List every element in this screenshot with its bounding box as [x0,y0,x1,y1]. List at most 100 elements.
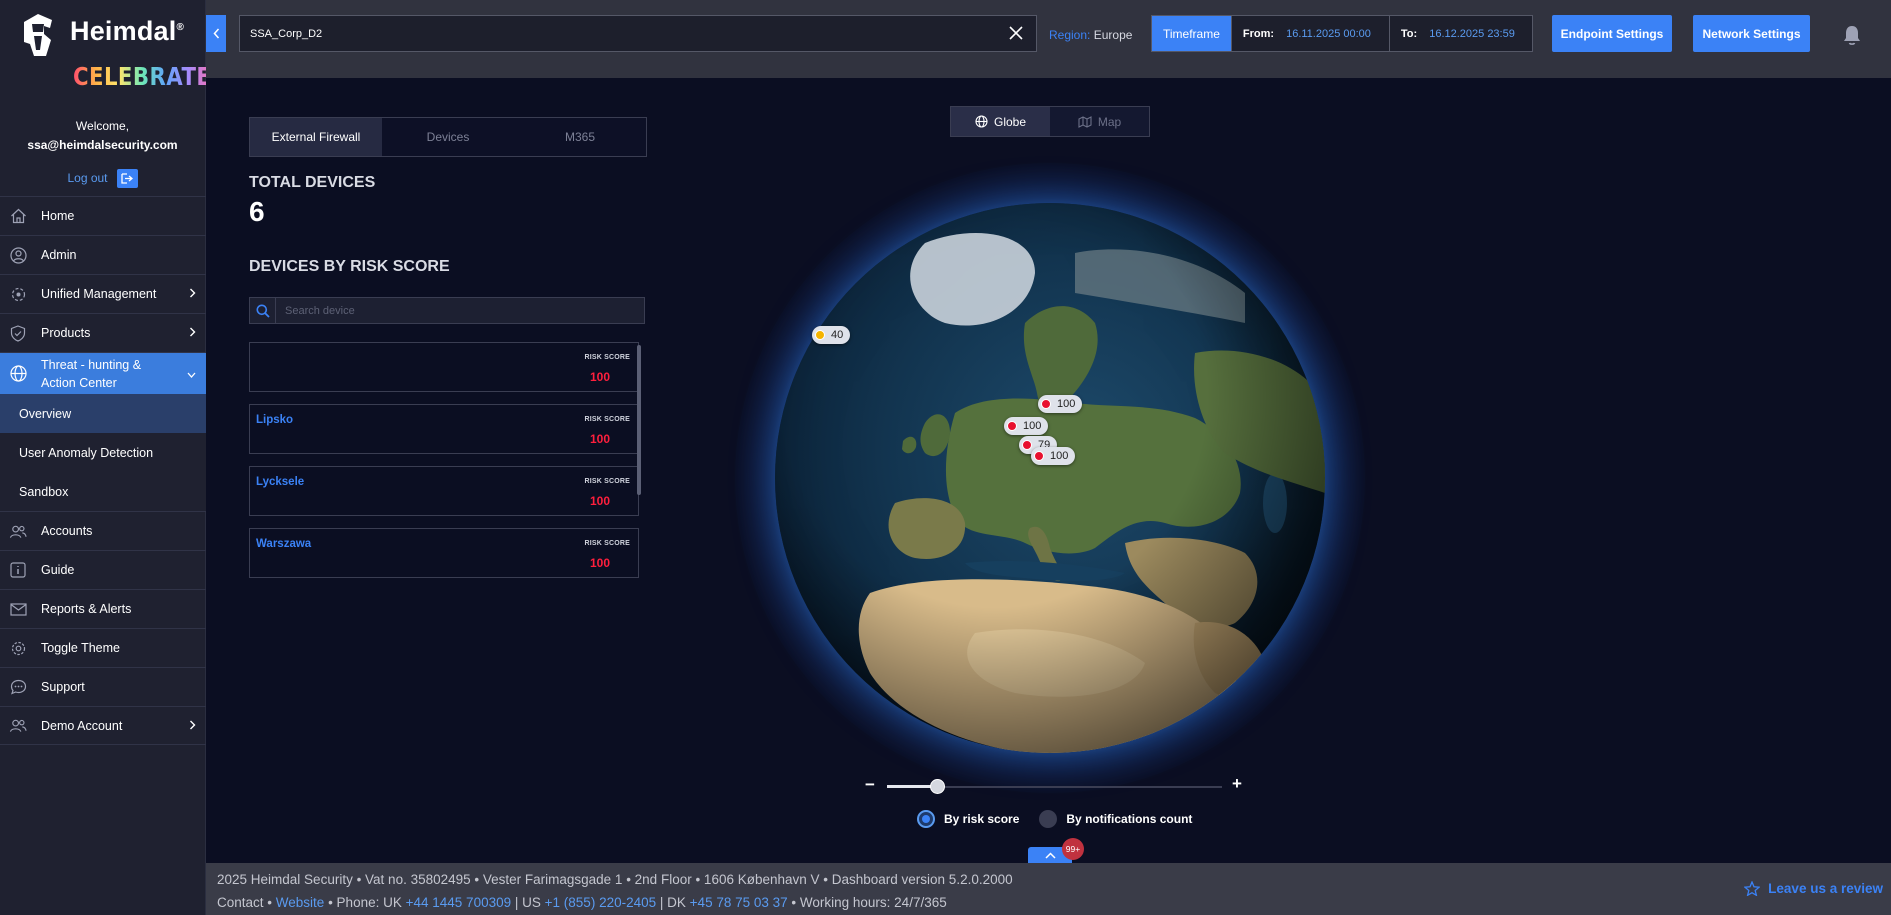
collapse-sidebar-button[interactable] [206,15,226,52]
network-settings-button[interactable]: Network Settings [1693,15,1810,52]
total-devices-value: 6 [249,196,265,227]
to-date-field[interactable]: To: 16.12.2025 23:59 [1388,16,1532,51]
leave-review-link[interactable]: Leave us a review [1744,881,1883,896]
customer-search-value: SSA_Corp_D2 [250,27,323,40]
risk-score-label: RISK SCORE [584,416,630,423]
sidebar-item-demo-account[interactable]: Demo Account [0,706,206,745]
device-name[interactable]: Lycksele [256,476,304,488]
marker-value: 40 [831,329,844,341]
sidebar-subitem-overview[interactable]: Overview [0,394,206,433]
device-list-scrollbar[interactable] [637,345,641,495]
sidebar-item-label: Reports & Alerts [41,602,132,616]
shield-icon [9,324,27,342]
sidebar-item-unified-management[interactable]: Unified Management [0,274,206,313]
chevron-down-icon [187,365,196,383]
footer-company-info: 2025 Heimdal Security • Vat no. 35802495… [217,872,1013,887]
chevron-right-icon [189,719,196,733]
globe-view-label: Globe [993,114,1027,129]
logout-icon[interactable] [116,168,138,188]
timeframe-picker[interactable]: Timeframe From: 16.11.2025 00:00 To: 16.… [1151,15,1533,52]
radio-label: By risk score [944,812,1020,826]
footer: 2025 Heimdal Security • Vat no. 35802495… [206,863,1891,915]
sidebar-item-admin[interactable]: Admin [0,235,206,274]
footer-phone-us[interactable]: +1 (855) 220-2405 [545,895,656,910]
sidebar-item-guide[interactable]: Guide [0,550,206,589]
devices-by-risk-heading: DEVICES BY RISK SCORE [249,258,450,275]
device-card[interactable]: Lycksele RISK SCORE 100 [249,466,639,516]
sidebar-item-reports-alerts[interactable]: Reports & Alerts [0,589,206,628]
zoom-slider-thumb[interactable] [930,779,946,794]
sidebar-item-toggle-theme[interactable]: Toggle Theme [0,628,206,667]
footer-phone-uk[interactable]: +44 1445 700309 [406,895,511,910]
sidebar-item-accounts[interactable]: Accounts [0,511,206,550]
globe-visualization[interactable]: 40 100 100 79 100 [735,163,1365,793]
marker-dot [815,330,825,340]
sidebar-item-threat-hunting[interactable]: Threat - hunting & Action Center [0,352,206,394]
tab-external-firewall[interactable]: External Firewall [250,118,382,156]
device-search [249,297,645,324]
welcome-text: Welcome, [75,119,130,133]
zoom-in-button[interactable]: + [1232,774,1242,794]
sort-mode-radios: By risk score By notifications count [917,810,1192,828]
map-marker[interactable]: 100 [1031,447,1076,465]
footer-phone-uk-label: • Phone: UK [328,895,402,910]
footer-dk-label: | DK [659,895,686,910]
risk-score-label: RISK SCORE [584,354,630,361]
chevron-left-icon [212,28,219,39]
customer-search-input[interactable]: SSA_Corp_D2 [239,15,1037,52]
map-marker[interactable]: 100 [1004,417,1049,435]
logout[interactable]: Log out [0,167,205,189]
sidebar-item-label: Accounts [41,524,93,538]
map-view-button[interactable]: Map [1050,107,1149,136]
from-label: From: [1242,27,1275,40]
globe-view-button[interactable]: Globe [951,107,1050,136]
marker-value: 100 [1050,450,1069,462]
brand-name: Heimdal® [70,16,185,46]
device-search-input[interactable] [276,304,644,317]
footer-website-link[interactable]: Website [276,895,325,910]
from-value: 16.11.2025 00:00 [1286,27,1371,40]
risk-score-label: RISK SCORE [584,540,630,547]
globe[interactable] [775,203,1325,753]
radio-by-notifications-count[interactable]: By notifications count [1039,810,1192,828]
sidebar-subitem-sandbox[interactable]: Sandbox [0,472,206,511]
bell-icon[interactable] [1842,24,1862,51]
star-icon [1744,881,1761,896]
sidebar: Heimdal® CELEBRATE Welcome, ssa@heimdals… [0,0,211,915]
sidebar-subitem-user-anomaly-detection[interactable]: User Anomaly Detection [0,433,206,472]
sidebar-item-products[interactable]: Products [0,313,206,352]
users-icon [9,522,27,540]
device-name[interactable]: Lipsko [256,414,293,426]
endpoint-settings-button[interactable]: Endpoint Settings [1552,15,1672,52]
globe-icon [975,115,988,128]
zoom-out-button[interactable]: − [865,775,875,795]
tab-m365[interactable]: M365 [514,118,646,156]
sidebar-item-support[interactable]: Support [0,667,206,706]
map-marker[interactable]: 40 [812,326,851,344]
map-marker[interactable]: 100 [1038,395,1083,413]
notifications-badge[interactable]: 99+ [1062,838,1084,860]
sidebar-item-home[interactable]: Home [0,196,206,235]
device-card[interactable]: RISK SCORE 100 [249,342,639,392]
brand: Heimdal® CELEBRATE [0,0,211,92]
device-card[interactable]: Warszawa RISK SCORE 100 [249,528,639,578]
device-card[interactable]: Lipsko RISK SCORE 100 [249,404,639,454]
radio-circle[interactable] [917,810,935,828]
device-name[interactable]: Warszawa [256,538,311,550]
sidebar-item-label: Demo Account [41,718,123,733]
logout-link[interactable]: Log out [67,171,107,185]
chevron-up-icon [1044,852,1056,859]
to-value: 16.12.2025 23:59 [1429,27,1515,40]
footer-us-label: | US [514,895,541,910]
footer-contact-label: Contact • [217,895,273,910]
from-date-field[interactable]: From: 16.11.2025 00:00 [1230,16,1389,51]
timeframe-label[interactable]: Timeframe [1152,16,1231,51]
chat-icon [9,678,27,696]
close-icon[interactable] [1008,25,1024,46]
radio-circle[interactable] [1039,810,1058,828]
chevron-right-icon [189,287,196,301]
radio-by-risk-score[interactable]: By risk score [917,810,1019,828]
tab-devices[interactable]: Devices [382,118,514,156]
user-email: ssa@heimdalsecurity.com [27,138,178,152]
footer-phone-dk[interactable]: +45 78 75 03 37 [690,895,788,910]
